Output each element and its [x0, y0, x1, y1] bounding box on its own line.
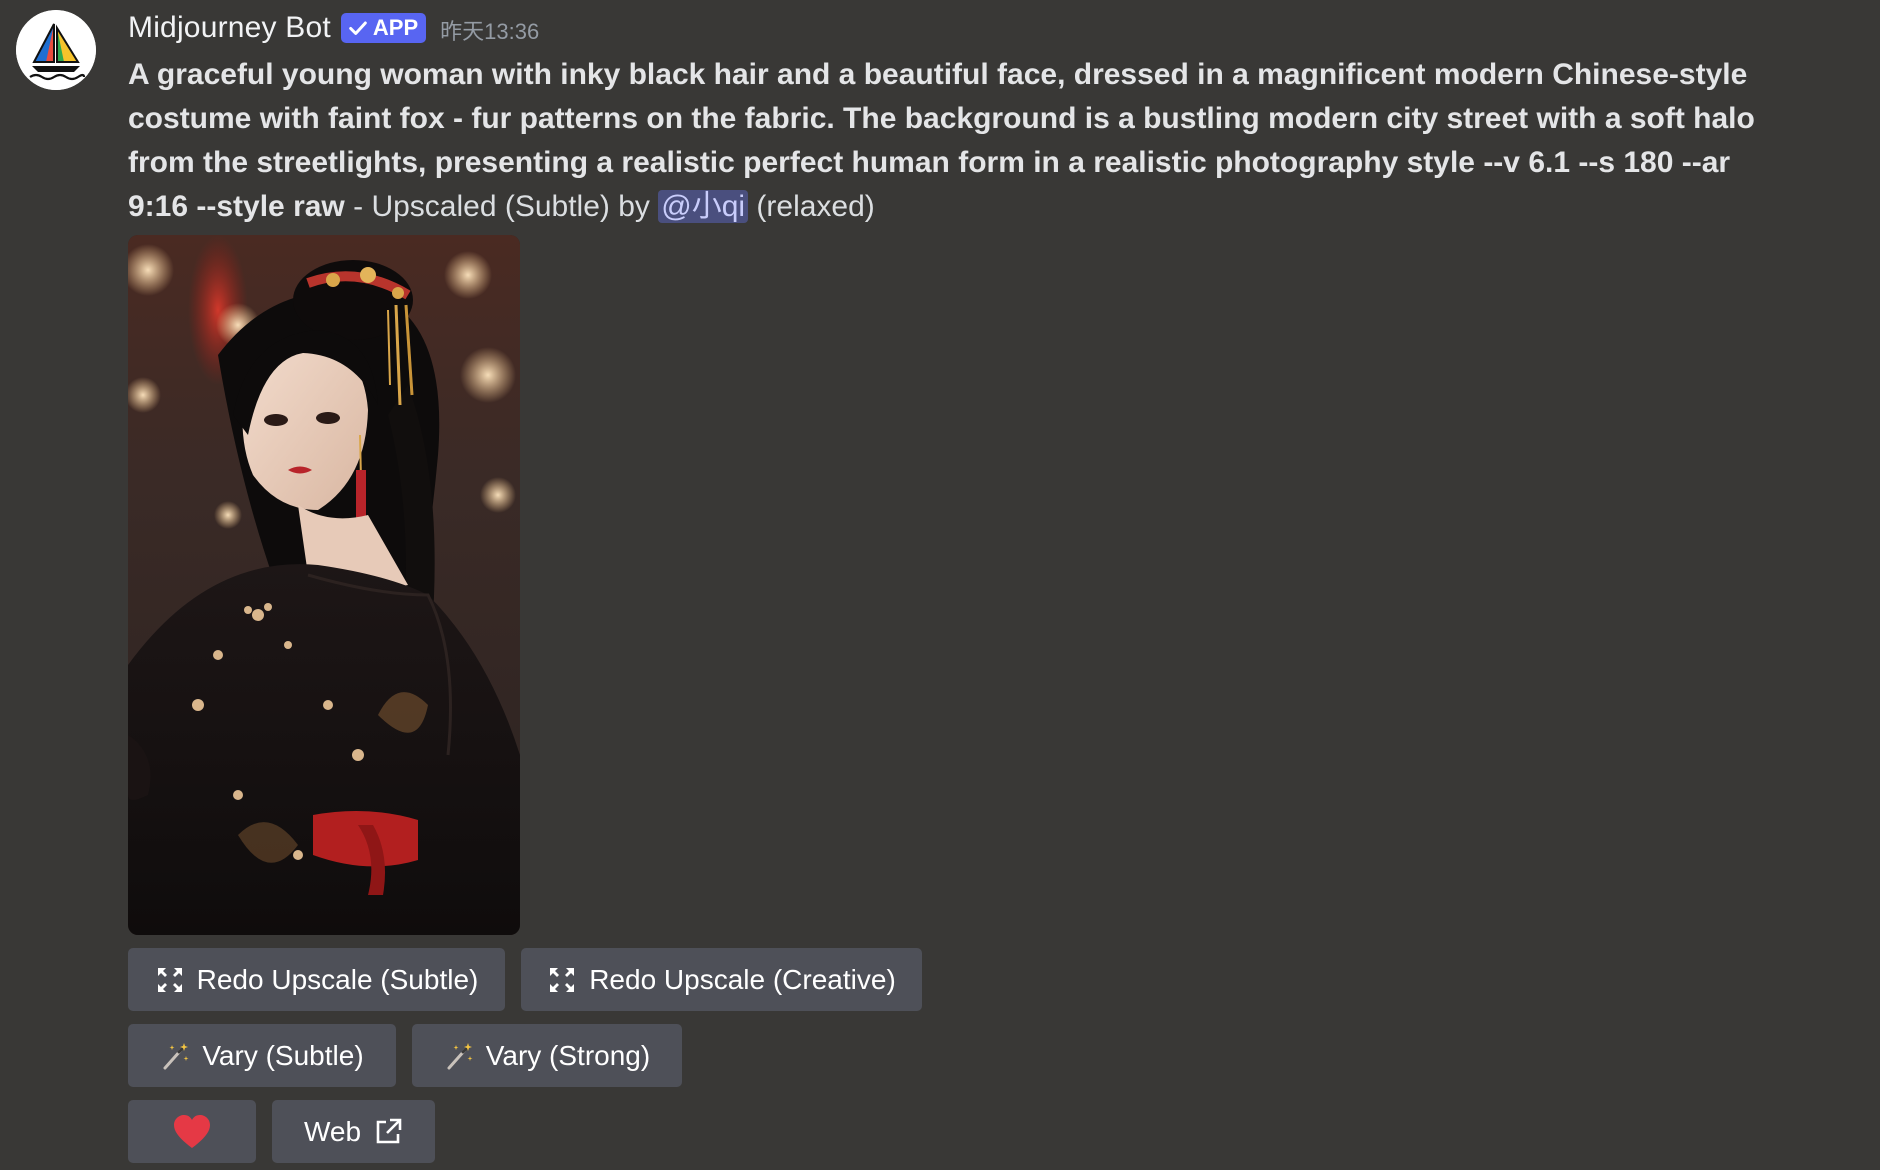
- action-button-row: Web: [128, 1100, 1868, 1163]
- magic-wand-icon: [160, 1041, 190, 1071]
- magic-wand-icon: [444, 1041, 474, 1071]
- vary-button-row: Vary (Subtle) Vary (Strong): [128, 1024, 1868, 1087]
- redo-upscale-creative-button[interactable]: Redo Upscale (Creative): [521, 948, 922, 1011]
- app-badge: APP: [340, 13, 427, 43]
- checkmark-icon: [349, 21, 367, 35]
- heart-icon: [174, 1114, 210, 1148]
- chat-message: Midjourney Bot APP 昨天13:36 A graceful yo…: [0, 0, 1880, 1170]
- redo-upscale-creative-label: Redo Upscale (Creative): [589, 963, 896, 995]
- upscale-info: - Upscaled (Subtle) by: [344, 190, 659, 223]
- portrait-image: [128, 235, 520, 935]
- web-link-label: Web: [303, 1115, 362, 1147]
- user-mention[interactable]: @小qi: [658, 190, 749, 223]
- message-header: Midjourney Bot APP 昨天13:36: [128, 8, 1868, 48]
- vary-strong-button[interactable]: Vary (Strong): [412, 1024, 682, 1087]
- username[interactable]: Midjourney Bot: [128, 11, 331, 45]
- generated-image[interactable]: [128, 235, 520, 935]
- message-text: A graceful young woman with inky black h…: [128, 53, 1788, 229]
- external-link-icon: [373, 1117, 403, 1147]
- midjourney-sailboat-icon: [16, 10, 96, 90]
- mode-info: (relaxed): [748, 190, 875, 223]
- vary-subtle-label: Vary (Subtle): [202, 1039, 364, 1071]
- message-content: Midjourney Bot APP 昨天13:36 A graceful yo…: [128, 8, 1868, 1163]
- upscale-arrows-icon: [155, 965, 185, 995]
- vary-subtle-button[interactable]: Vary (Subtle): [128, 1024, 396, 1087]
- web-link-button[interactable]: Web: [272, 1100, 435, 1163]
- timestamp: 昨天13:36: [440, 19, 540, 44]
- vary-strong-label: Vary (Strong): [485, 1039, 651, 1071]
- avatar[interactable]: [16, 10, 96, 90]
- app-badge-label: APP: [372, 15, 419, 40]
- upscale-arrows-icon: [547, 965, 577, 995]
- redo-upscale-subtle-label: Redo Upscale (Subtle): [196, 963, 479, 995]
- redo-upscale-subtle-button[interactable]: Redo Upscale (Subtle): [128, 948, 505, 1011]
- upscale-button-row: Redo Upscale (Subtle) Redo Upscale (Crea…: [128, 948, 1868, 1011]
- like-button[interactable]: [128, 1100, 256, 1163]
